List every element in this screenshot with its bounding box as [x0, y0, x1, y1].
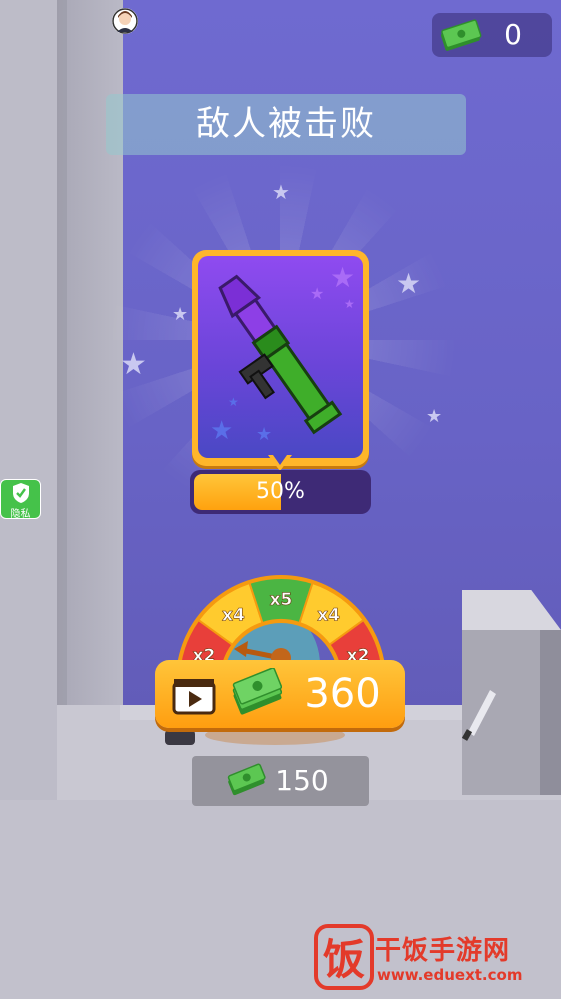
- star-icon: ★: [426, 406, 443, 427]
- watermark-logo: 饭: [314, 924, 374, 990]
- pillar-shadow: [57, 0, 67, 800]
- unlock-progress-label: 50%: [256, 479, 305, 504]
- crate-side: [540, 630, 561, 795]
- star-icon: ★: [172, 304, 189, 325]
- watermark-logo-char: 饭: [323, 935, 365, 984]
- user-avatar-icon: [112, 8, 138, 34]
- title-text: 敌人被击败: [196, 104, 376, 144]
- star-icon: ★: [120, 347, 147, 382]
- wheel-segment-label: x5: [270, 590, 293, 610]
- cash-stack-icon: [227, 763, 266, 796]
- shield-check-icon: [13, 483, 29, 503]
- knife-prop: [461, 690, 496, 741]
- money-count: 0: [504, 18, 522, 51]
- watermark-url: www.eduext.com: [377, 966, 523, 984]
- video-ad-icon: [172, 679, 216, 715]
- collect-amount: 150: [275, 764, 329, 797]
- wheel-segment-label: x4: [317, 605, 340, 625]
- reward-card-face: ★ ★ ★ ★ ★ ★: [198, 256, 363, 458]
- bonus-amount: 360: [304, 671, 381, 717]
- player-avatar[interactable]: [112, 8, 138, 34]
- cash-stack-icon: [232, 668, 282, 715]
- privacy-label: 隐私: [10, 509, 31, 520]
- watermark-title: 干饭手游网: [375, 936, 511, 966]
- star-icon: ★: [396, 267, 422, 300]
- cash-stack-icon: [440, 19, 482, 51]
- star-icon: ★: [272, 180, 290, 204]
- rocket-launcher-icon: [218, 274, 343, 435]
- wheel-segment-label: x4: [222, 605, 245, 625]
